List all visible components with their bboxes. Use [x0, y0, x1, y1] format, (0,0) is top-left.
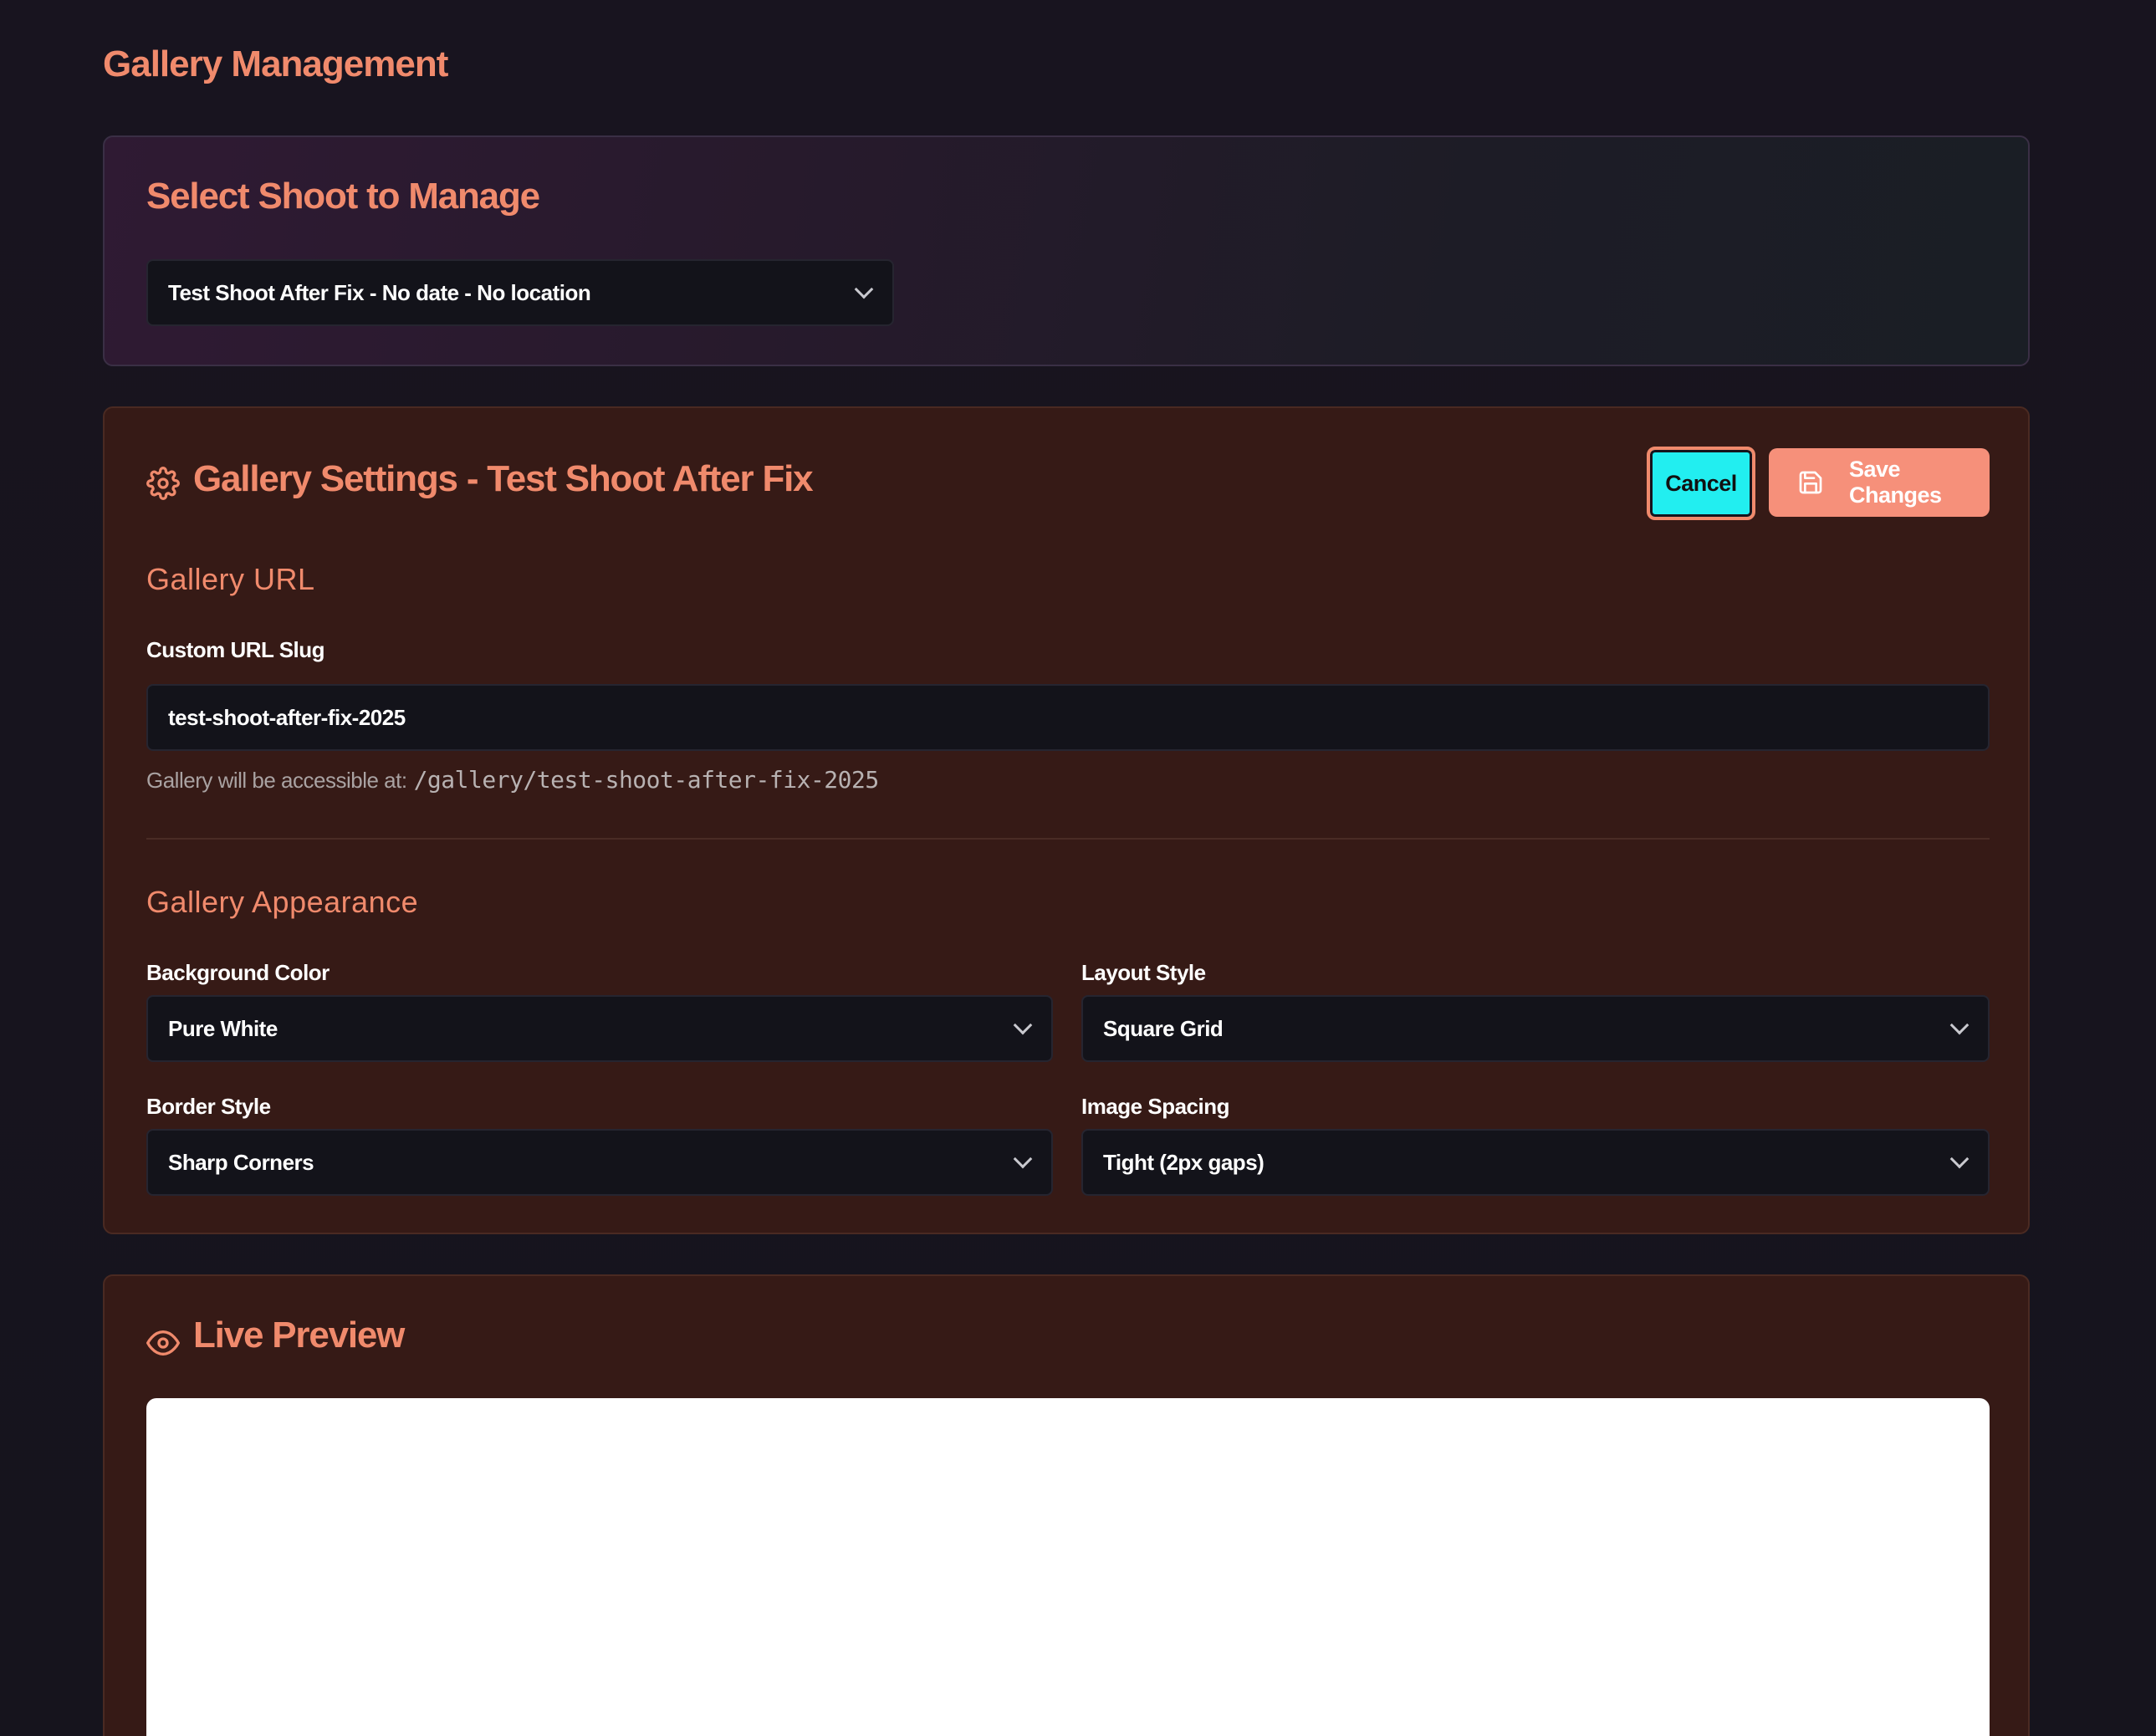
url-helper-prefix: Gallery will be accessible at:: [146, 768, 407, 793]
page-title: Gallery Management: [103, 43, 448, 84]
chevron-down-icon: [1949, 1015, 1970, 1035]
url-slug-input[interactable]: test-shoot-after-fix-2025: [146, 684, 1990, 751]
gallery-settings-title: Gallery Settings - Test Shoot After Fix: [193, 458, 814, 499]
border-style-select[interactable]: Sharp Corners: [146, 1129, 1053, 1196]
border-style-value: Sharp Corners: [168, 1149, 314, 1175]
page: Gallery Management Select Shoot to Manag…: [0, 0, 2156, 1736]
eye-icon: [146, 1330, 180, 1356]
image-spacing-value: Tight (2px gaps): [1103, 1149, 1264, 1175]
section-divider: [146, 838, 1990, 840]
background-color-select[interactable]: Pure White: [146, 995, 1053, 1062]
chevron-down-icon: [1949, 1149, 1970, 1169]
image-spacing-select[interactable]: Tight (2px gaps): [1081, 1129, 1990, 1196]
layout-style-value: Square Grid: [1103, 1015, 1224, 1041]
gallery-settings-card: Gallery Settings - Test Shoot After Fix …: [103, 406, 2030, 1234]
preview-canvas: [146, 1398, 1990, 1736]
chevron-down-icon: [854, 279, 874, 299]
save-icon: [1799, 471, 1822, 494]
shoot-select[interactable]: Test Shoot After Fix - No date - No loca…: [146, 259, 894, 326]
cancel-button[interactable]: Cancel: [1647, 447, 1755, 520]
chevron-down-icon: [1013, 1015, 1033, 1035]
shoot-select-value: Test Shoot After Fix - No date - No loca…: [168, 279, 591, 305]
url-helper-text: Gallery will be accessible at: /gallery/…: [146, 766, 879, 794]
gallery-url-heading: Gallery URL: [146, 562, 315, 596]
layout-style-label: Layout Style: [1081, 960, 1206, 985]
gear-icon: [146, 467, 180, 500]
chevron-down-icon: [1013, 1149, 1033, 1169]
live-preview-card: Live Preview: [103, 1274, 2030, 1736]
url-slug-label: Custom URL Slug: [146, 637, 325, 662]
url-helper-path: /gallery/test-shoot-after-fix-2025: [413, 766, 880, 794]
image-spacing-label: Image Spacing: [1081, 1094, 1230, 1119]
background-color-value: Pure White: [168, 1015, 278, 1041]
select-shoot-card: Select Shoot to Manage Test Shoot After …: [103, 135, 2030, 366]
gallery-appearance-heading: Gallery Appearance: [146, 885, 419, 919]
border-style-label: Border Style: [146, 1094, 271, 1119]
save-changes-button[interactable]: Save Changes: [1769, 448, 1990, 517]
select-shoot-title: Select Shoot to Manage: [146, 176, 540, 217]
background-color-label: Background Color: [146, 960, 330, 985]
save-changes-label: Save Changes: [1849, 457, 1942, 508]
layout-style-select[interactable]: Square Grid: [1081, 995, 1990, 1062]
live-preview-title: Live Preview: [193, 1315, 405, 1356]
